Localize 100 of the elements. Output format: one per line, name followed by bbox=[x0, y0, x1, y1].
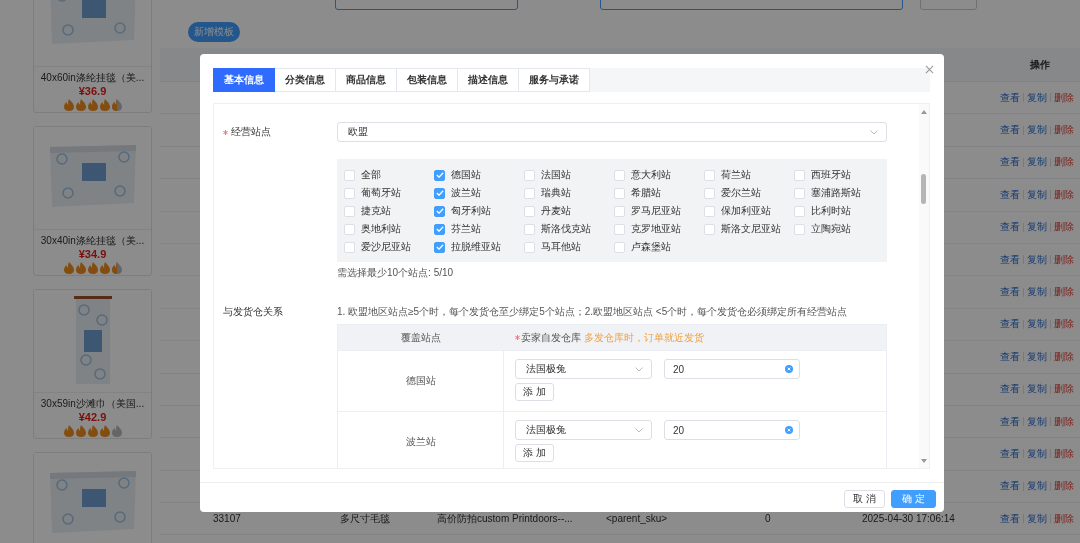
cancel-button[interactable]: 取 消 bbox=[844, 490, 886, 508]
add-template-button[interactable]: 新增模板 bbox=[188, 22, 240, 42]
delete-link[interactable]: 删除 bbox=[1054, 187, 1074, 202]
checkbox-label[interactable]: 芬兰站 bbox=[451, 222, 481, 236]
product-card[interactable]: 30x59in沙滩巾（美国... ¥42.9 bbox=[33, 289, 152, 439]
select-field[interactable]: 法国极兔 bbox=[515, 359, 652, 379]
action-link[interactable]: 复制 bbox=[1027, 252, 1047, 267]
delete-link[interactable]: 删除 bbox=[1054, 123, 1074, 138]
confirm-button[interactable]: 确 定 bbox=[891, 490, 936, 508]
delete-link[interactable]: 删除 bbox=[1054, 252, 1074, 267]
checkbox-label[interactable]: 保加利亚站 bbox=[721, 204, 771, 218]
action-link[interactable]: 复制 bbox=[1027, 447, 1047, 461]
checkbox-label[interactable]: 塞浦路斯站 bbox=[811, 186, 861, 200]
delete-link[interactable]: 删除 bbox=[1054, 479, 1074, 494]
clear-icon[interactable] bbox=[785, 365, 793, 373]
checkbox-label[interactable]: 法国站 bbox=[541, 168, 571, 182]
tab[interactable]: 包装信息 bbox=[397, 68, 458, 92]
action-link[interactable]: 复制 bbox=[1027, 187, 1047, 202]
delete-link[interactable]: 删除 bbox=[1054, 90, 1074, 105]
scroll-thumb[interactable] bbox=[921, 174, 926, 204]
action-link[interactable]: 复制 bbox=[1027, 317, 1047, 332]
action-link[interactable]: 复制 bbox=[1027, 220, 1047, 235]
checkbox-label[interactable]: 丹麦站 bbox=[541, 204, 571, 218]
delete-link[interactable]: 删除 bbox=[1054, 155, 1074, 170]
action-link[interactable]: 查看 bbox=[1000, 285, 1020, 300]
checkbox[interactable] bbox=[434, 187, 445, 199]
checkbox-label[interactable]: 拉脱维亚站 bbox=[451, 240, 501, 254]
add-button[interactable]: 添 加 bbox=[515, 383, 554, 401]
action-link[interactable]: 查看 bbox=[1000, 220, 1020, 235]
checkbox-label[interactable]: 爱尔兰站 bbox=[721, 186, 761, 200]
action-link[interactable]: 复制 bbox=[1027, 414, 1047, 429]
action-link[interactable]: 查看 bbox=[1000, 382, 1020, 397]
delete-link[interactable]: 删除 bbox=[1054, 382, 1074, 397]
checkbox-label[interactable]: 西班牙站 bbox=[811, 168, 851, 182]
scroll-down-icon[interactable] bbox=[921, 459, 927, 463]
delete-link[interactable]: 删除 bbox=[1054, 511, 1074, 526]
checkbox-label[interactable]: 比利时站 bbox=[811, 204, 851, 218]
checkbox[interactable] bbox=[434, 169, 445, 181]
checkbox-label[interactable]: 立陶宛站 bbox=[811, 222, 851, 236]
scroll-up-icon[interactable] bbox=[921, 110, 927, 114]
tab[interactable]: 分类信息 bbox=[275, 68, 336, 92]
select-field[interactable]: 法国极兔 bbox=[515, 420, 652, 440]
action-link[interactable]: 查看 bbox=[1000, 252, 1020, 267]
checkbox-label[interactable]: 奥地利站 bbox=[361, 222, 401, 236]
checkbox-label[interactable]: 意大利站 bbox=[631, 168, 671, 182]
action-link[interactable]: 查看 bbox=[1000, 479, 1020, 494]
action-link[interactable]: 复制 bbox=[1027, 382, 1047, 397]
tab[interactable]: 商品信息 bbox=[336, 68, 397, 92]
action-link[interactable]: 复制 bbox=[1027, 123, 1047, 138]
delete-link[interactable]: 删除 bbox=[1054, 414, 1074, 429]
action-link[interactable]: 查看 bbox=[1000, 511, 1020, 526]
action-link[interactable]: 复制 bbox=[1027, 285, 1047, 300]
action-link[interactable]: 查看 bbox=[1000, 349, 1020, 364]
checkbox-label[interactable]: 希腊站 bbox=[631, 186, 661, 200]
action-link[interactable]: 查看 bbox=[1000, 414, 1020, 429]
clear-icon[interactable] bbox=[785, 426, 793, 434]
action-link[interactable]: 复制 bbox=[1027, 511, 1047, 526]
checkbox[interactable] bbox=[434, 205, 445, 217]
checkbox-label[interactable]: 捷克站 bbox=[361, 204, 391, 218]
checkbox-label[interactable]: 卢森堡站 bbox=[631, 240, 671, 254]
checkbox-label[interactable]: 马耳他站 bbox=[541, 240, 581, 254]
add-button[interactable]: 添 加 bbox=[515, 444, 554, 462]
checkbox-label[interactable]: 斯洛伐克站 bbox=[541, 222, 591, 236]
checkbox-label[interactable]: 葡萄牙站 bbox=[361, 186, 401, 200]
tab[interactable]: 服务与承诺 bbox=[519, 68, 590, 92]
product-card[interactable]: 30x40in涤纶挂毯（美... ¥34.9 bbox=[33, 126, 152, 276]
action-link[interactable]: 查看 bbox=[1000, 155, 1020, 170]
action-link[interactable]: 复制 bbox=[1027, 90, 1047, 105]
delete-link[interactable]: 删除 bbox=[1054, 220, 1074, 235]
checkbox-label[interactable]: 克罗地亚站 bbox=[631, 222, 681, 236]
checkbox-label[interactable]: 爱沙尼亚站 bbox=[361, 240, 411, 254]
delete-link[interactable]: 删除 bbox=[1054, 317, 1074, 332]
checkbox-label[interactable]: 瑞典站 bbox=[541, 186, 571, 200]
action-link[interactable]: 查看 bbox=[1000, 187, 1020, 202]
action-link[interactable]: 复制 bbox=[1027, 349, 1047, 364]
action-link[interactable]: 查看 bbox=[1000, 447, 1020, 461]
close-icon[interactable] bbox=[925, 65, 934, 74]
checkbox-label[interactable]: 斯洛文尼亚站 bbox=[721, 222, 781, 236]
checkbox[interactable] bbox=[434, 223, 445, 235]
checkbox-label[interactable]: 德国站 bbox=[451, 168, 481, 182]
checkbox-label[interactable]: 全部 bbox=[361, 168, 381, 182]
action-link[interactable]: 查看 bbox=[1000, 90, 1020, 105]
delete-link[interactable]: 删除 bbox=[1054, 349, 1074, 364]
checkbox[interactable] bbox=[434, 241, 445, 253]
action-link[interactable]: 查看 bbox=[1000, 317, 1020, 332]
quantity-field[interactable]: 20 bbox=[664, 359, 800, 379]
action-link[interactable]: 复制 bbox=[1027, 155, 1047, 170]
product-card[interactable]: 40x60in涤纶挂毯（美... ¥36.9 bbox=[33, 0, 152, 113]
checkbox-label[interactable]: 荷兰站 bbox=[721, 168, 751, 182]
delete-link[interactable]: 删除 bbox=[1054, 285, 1074, 300]
checkbox-label[interactable]: 匈牙利站 bbox=[451, 204, 491, 218]
checkbox-label[interactable]: 波兰站 bbox=[451, 186, 481, 200]
tab[interactable]: 描述信息 bbox=[458, 68, 519, 92]
quantity-field[interactable]: 20 bbox=[664, 420, 800, 440]
action-link[interactable]: 查看 bbox=[1000, 123, 1020, 138]
delete-link[interactable]: 删除 bbox=[1054, 447, 1074, 461]
tab[interactable]: 基本信息 bbox=[213, 68, 275, 92]
checkbox-label[interactable]: 罗马尼亚站 bbox=[631, 204, 681, 218]
select-field[interactable]: 欧盟 bbox=[337, 122, 887, 142]
action-link[interactable]: 复制 bbox=[1027, 479, 1047, 494]
